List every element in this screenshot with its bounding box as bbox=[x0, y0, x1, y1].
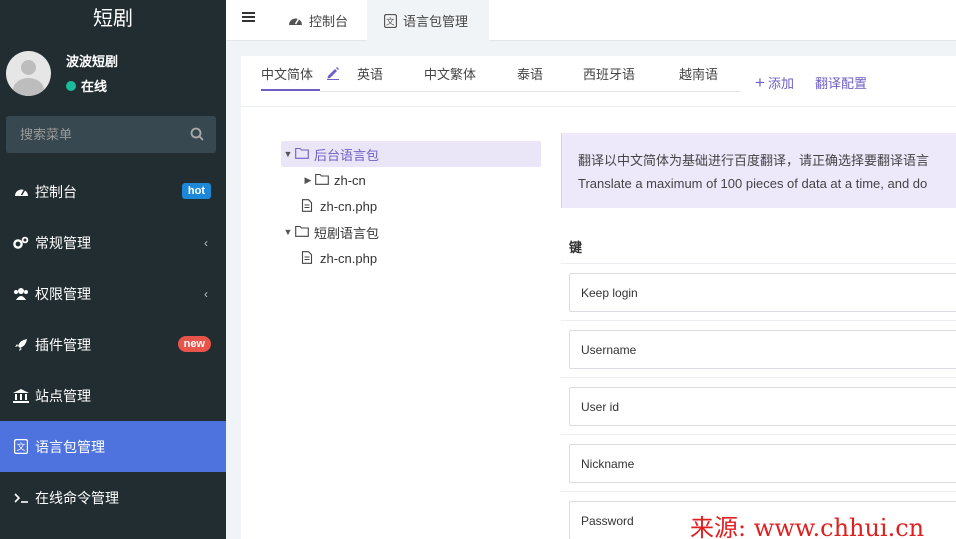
table-row: Nickname bbox=[561, 435, 956, 492]
menu-search-input[interactable] bbox=[20, 127, 180, 142]
folder-icon bbox=[315, 173, 331, 187]
file-icon bbox=[301, 251, 317, 265]
tree-node-drama-lang[interactable]: ▼ 短剧语言包 bbox=[281, 219, 541, 245]
tab-zh-simplified[interactable]: 中文简体 bbox=[261, 64, 313, 83]
user-name: 波波短剧 bbox=[66, 54, 119, 69]
key-field[interactable]: User id bbox=[569, 387, 956, 426]
user-status-label: 在线 bbox=[81, 79, 108, 94]
terminal-icon bbox=[13, 490, 29, 506]
sidebar: 短剧 波波短剧 在线 控制台 hot 常规管理 ‹ 权限管理 bbox=[0, 0, 226, 539]
top-nav: 控制台 文 语言包管理 bbox=[226, 0, 956, 41]
tree-node-label: zh-cn.php bbox=[320, 250, 378, 266]
tab-english[interactable]: 英语 bbox=[357, 64, 383, 83]
file-tree: ▼ 后台语言包 ▶ zh-cn zh-cn.php ▼ 短剧语言包 zh-cn.… bbox=[281, 141, 541, 271]
tab-label: 语言包管理 bbox=[403, 14, 469, 29]
key-field[interactable]: Nickname bbox=[569, 444, 956, 483]
tab-label: 控制台 bbox=[309, 14, 349, 29]
sidebar-item-label: 插件管理 bbox=[35, 336, 91, 353]
tab-thai[interactable]: 泰语 bbox=[517, 64, 543, 83]
tree-node-label: zh-cn.php bbox=[320, 198, 378, 214]
dashboard-icon bbox=[288, 14, 303, 27]
sidebar-item-dashboard[interactable]: 控制台 hot bbox=[0, 166, 226, 217]
add-label: 添加 bbox=[767, 76, 794, 91]
avatar bbox=[6, 50, 51, 96]
folder-icon bbox=[295, 147, 311, 161]
edit-icon[interactable] bbox=[326, 66, 340, 80]
sidebar-item-general[interactable]: 常规管理 ‹ bbox=[0, 217, 226, 268]
table-row: Keep login bbox=[561, 264, 956, 321]
new-badge: new bbox=[177, 336, 211, 352]
svg-text:文: 文 bbox=[17, 441, 26, 453]
sidebar-item-label: 语言包管理 bbox=[35, 438, 105, 455]
language-icon: 文 bbox=[384, 13, 397, 28]
translation-notice: 翻译以中文简体为基础进行百度翻译，请正确选择要翻译语言 Translate a … bbox=[561, 133, 956, 208]
table-row: Username bbox=[561, 321, 956, 378]
tab-zh-traditional[interactable]: 中文繁体 bbox=[424, 64, 476, 83]
plus-icon: + bbox=[755, 73, 765, 92]
sidebar-item-label: 权限管理 bbox=[35, 285, 91, 302]
user-panel: 波波短剧 在线 bbox=[0, 33, 226, 113]
caret-right-icon[interactable]: ▶ bbox=[301, 175, 315, 186]
tabs-divider bbox=[320, 91, 741, 92]
add-language-button[interactable]: + 添加 bbox=[755, 73, 794, 92]
sidebar-menu: 控制台 hot 常规管理 ‹ 权限管理 ‹ 插件管理 new 站点管理 文 语言… bbox=[0, 166, 226, 523]
chevron-left-icon: ‹ bbox=[204, 236, 208, 250]
hot-badge: hot bbox=[181, 183, 211, 199]
tab-dashboard[interactable]: 控制台 bbox=[277, 0, 367, 41]
translate-config-button[interactable]: 翻译配置 bbox=[815, 73, 867, 92]
dashboard-icon bbox=[13, 184, 29, 200]
language-panel: 中文简体 英语 中文繁体 泰语 西班牙语 越南语 + 添加 翻译配置 ▼ 后台语… bbox=[241, 56, 956, 539]
rocket-icon bbox=[13, 337, 29, 353]
tree-node-label: 后台语言包 bbox=[314, 147, 380, 163]
key-field[interactable]: Keep login bbox=[569, 273, 956, 312]
sidebar-item-label: 常规管理 bbox=[35, 234, 91, 251]
caret-down-icon[interactable]: ▼ bbox=[281, 227, 295, 237]
user-status: 在线 bbox=[66, 76, 118, 95]
bank-icon bbox=[13, 388, 29, 404]
sidebar-item-label: 在线命令管理 bbox=[35, 489, 119, 506]
folder-icon bbox=[295, 225, 311, 239]
notice-line: Translate a maximum of 100 pieces of dat… bbox=[578, 176, 928, 191]
tab-vietnamese[interactable]: 越南语 bbox=[679, 64, 718, 83]
users-icon bbox=[13, 286, 29, 302]
table-row: User id bbox=[561, 378, 956, 435]
tree-node-label: zh-cn bbox=[334, 172, 366, 188]
sidebar-item-permissions[interactable]: 权限管理 ‹ bbox=[0, 268, 226, 319]
tab-spanish[interactable]: 西班牙语 bbox=[583, 64, 635, 83]
sidebar-item-plugins[interactable]: 插件管理 new bbox=[0, 319, 226, 370]
tree-node-file[interactable]: zh-cn.php bbox=[281, 193, 541, 219]
online-dot-icon bbox=[66, 80, 76, 91]
sidebar-item-online-commands[interactable]: 在线命令管理 bbox=[0, 472, 226, 523]
key-field[interactable]: Username bbox=[569, 330, 956, 369]
sidebar-item-label: 站点管理 bbox=[35, 387, 91, 404]
tab-language-packs[interactable]: 文 语言包管理 bbox=[367, 0, 489, 41]
sidebar-item-label: 控制台 bbox=[35, 183, 77, 200]
menu-toggle-icon[interactable] bbox=[242, 10, 256, 24]
notice-line: 翻译以中文简体为基础进行百度翻译，请正确选择要翻译语言 bbox=[578, 153, 930, 168]
caret-down-icon[interactable]: ▼ bbox=[281, 149, 295, 159]
svg-text:文: 文 bbox=[386, 16, 395, 27]
sidebar-item-site[interactable]: 站点管理 bbox=[0, 370, 226, 421]
watermark: 来源: www.chhui.cn bbox=[690, 514, 925, 539]
active-tab-indicator bbox=[261, 89, 320, 91]
search-icon[interactable] bbox=[190, 127, 204, 141]
tree-node-label: 短剧语言包 bbox=[314, 225, 380, 241]
tree-node-admin-lang[interactable]: ▼ 后台语言包 bbox=[281, 141, 541, 167]
language-tabs: 中文简体 英语 中文繁体 泰语 西班牙语 越南语 + 添加 翻译配置 bbox=[241, 56, 956, 107]
chevron-left-icon: ‹ bbox=[204, 287, 208, 301]
sidebar-item-language-packs[interactable]: 文 语言包管理 bbox=[0, 421, 226, 472]
brand-logo[interactable]: 短剧 bbox=[0, 0, 226, 33]
menu-search bbox=[6, 116, 216, 153]
language-icon: 文 bbox=[13, 439, 29, 455]
gears-icon bbox=[13, 235, 29, 251]
file-icon bbox=[301, 199, 317, 213]
tree-node-file[interactable]: zh-cn.php bbox=[281, 245, 541, 271]
tree-node-zh-cn[interactable]: ▶ zh-cn bbox=[281, 167, 541, 193]
key-column-header: 键 bbox=[561, 208, 956, 264]
